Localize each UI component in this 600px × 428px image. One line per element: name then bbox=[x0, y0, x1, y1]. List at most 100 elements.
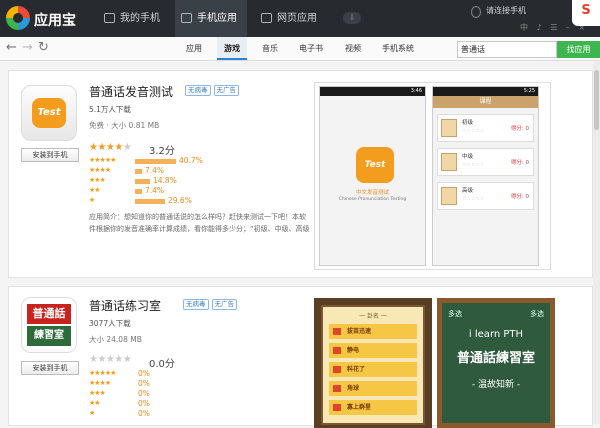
chalk-line-1: i learn PTH bbox=[468, 329, 524, 340]
rating-score: 0.0分 bbox=[149, 359, 175, 370]
rating-distribution: ★★★★★ 0% ★★★★ 0% ★★★ 0% ★★ 0% ★ 0% bbox=[89, 369, 259, 419]
rating-row-4: ★★★★ 0% bbox=[89, 379, 259, 389]
tab-my-phone[interactable]: 我的手机 bbox=[98, 0, 172, 37]
screenshot-splash[interactable]: 3:46 Test 中文发音测试 Chinese Pronunciation T… bbox=[319, 86, 426, 266]
connect-phone-icon[interactable] bbox=[471, 6, 481, 18]
rating-pct: 0% bbox=[138, 389, 150, 398]
tab-phone-apps[interactable]: 手机应用 bbox=[175, 0, 247, 37]
level-score: 得分: 0 bbox=[510, 126, 529, 132]
tab-games[interactable]: 游戏 bbox=[217, 37, 247, 60]
tab-phone-system[interactable]: 手机系统 bbox=[378, 37, 418, 60]
level-item: 中级 ☆☆☆☆☆ 得分: 0 bbox=[437, 148, 534, 176]
icon-text-top: 普通話 bbox=[27, 304, 71, 324]
star-label: ★★★★★ bbox=[89, 369, 116, 377]
download-manager-button[interactable]: ⇩ bbox=[343, 12, 361, 24]
level-stars: ☆☆☆☆☆ bbox=[462, 196, 485, 202]
rating-row-2: ★★ 0% bbox=[89, 399, 259, 409]
phone-icon bbox=[104, 13, 115, 23]
level-name: 中级 bbox=[462, 154, 474, 160]
install-button[interactable]: 安装到手机 bbox=[21, 361, 79, 375]
star-label: ★★ bbox=[89, 186, 101, 194]
rating-row-3: ★★★ 0% bbox=[89, 389, 259, 399]
board-header: 一 卦名 一 bbox=[359, 313, 387, 320]
star-label: ★★★ bbox=[89, 389, 106, 397]
scrollbar-thumb[interactable] bbox=[594, 70, 599, 130]
rating-pct: 0% bbox=[138, 399, 150, 408]
connect-phone-link[interactable]: 请连接手机 bbox=[486, 5, 526, 16]
rating-row-2: ★★ 7.4% bbox=[89, 186, 259, 196]
test-bubble-icon: Test bbox=[32, 98, 66, 128]
sogou-badge-icon[interactable]: S bbox=[572, 0, 600, 26]
app-card: Test 安装到手机 普通话发音测试 无病毒 无广告 5.1万人下载 免费 · … bbox=[8, 70, 593, 278]
tab-web-apps[interactable]: 网页应用 bbox=[255, 0, 329, 37]
rating-pct: 0% bbox=[138, 409, 150, 418]
search-button[interactable]: 找应用 bbox=[557, 41, 600, 58]
no-ads-badge: 无广告 bbox=[211, 299, 237, 310]
app-description: 应用简介：想知道你的普通话说的怎么样吗？赶快来测试一下吧！本软件根据你的发音准确… bbox=[89, 213, 310, 233]
search-input[interactable]: 普通话 bbox=[457, 41, 557, 58]
safety-badges: 无病毒 无广告 bbox=[183, 299, 237, 310]
tab-music[interactable]: 音乐 bbox=[256, 37, 284, 60]
level-name: 初级 bbox=[462, 120, 474, 126]
rating-bar bbox=[135, 199, 165, 204]
tab-ebooks[interactable]: 电子书 bbox=[296, 37, 326, 60]
word-row: 静电 bbox=[329, 343, 417, 358]
splash-subtitle: Chinese Pronunciation Testing bbox=[338, 197, 407, 202]
rating-pct: 0% bbox=[138, 379, 150, 388]
book-icon bbox=[441, 153, 457, 171]
screenshot-gallery[interactable]: 3:46 Test 中文发音测试 Chinese Pronunciation T… bbox=[314, 82, 551, 270]
empty-stars: ★★★★★ bbox=[89, 354, 132, 365]
refresh-icon[interactable]: ↻ bbox=[38, 41, 49, 55]
rating-bar bbox=[135, 179, 150, 184]
screenshot-courses[interactable]: 5:25 课程 初级 ☆☆☆☆☆ 得分: 0 中级 ☆☆☆☆☆ 得分: 0 高级 ☆☆☆☆… bbox=[432, 86, 539, 266]
tab-videos[interactable]: 视频 bbox=[340, 37, 366, 60]
rating-stars: ★★★★★ bbox=[89, 142, 132, 153]
back-arrow-icon[interactable]: ← bbox=[6, 41, 17, 55]
install-button[interactable]: 安装到手机 bbox=[21, 148, 79, 162]
screenshot-word-board[interactable]: 一 卦名 一 拔苗迅速 静电 料花了 角球 寡上群星 bbox=[314, 298, 432, 428]
word-row: 料花了 bbox=[329, 362, 417, 377]
rating-row-1: ★ 29.6% bbox=[89, 196, 259, 206]
rating-distribution: ★★★★★ 40.7% ★★★★ 7.4% ★★★ 14.8% ★★ 7.4% ★ 29.… bbox=[89, 156, 259, 206]
splash-logo-icon: Test bbox=[356, 147, 394, 183]
rating-pct: 40.7% bbox=[179, 156, 203, 165]
level-item: 高级 ☆☆☆☆☆ 得分: 0 bbox=[437, 182, 534, 210]
vertical-scrollbar[interactable] bbox=[593, 62, 600, 424]
status-bar: 3:46 bbox=[320, 87, 425, 96]
rating-pct: 29.6% bbox=[168, 196, 192, 205]
rating-row-3: ★★★ 14.8% bbox=[89, 176, 259, 186]
bag-icon bbox=[181, 13, 192, 23]
no-ads-badge: 无广告 bbox=[213, 85, 239, 96]
level-stars: ☆☆☆☆☆ bbox=[462, 162, 485, 168]
chalk-corner-left: 多选 bbox=[448, 310, 462, 318]
star-label: ★★★★ bbox=[89, 379, 111, 387]
rating-score: 3.2分 bbox=[149, 146, 175, 157]
level-score: 得分: 0 bbox=[510, 160, 529, 166]
web-icon bbox=[261, 13, 272, 23]
word-row: 寡上群星 bbox=[329, 400, 417, 415]
rating-row-4: ★★★★ 7.4% bbox=[89, 166, 259, 176]
filled-stars: ★★★★ bbox=[89, 142, 123, 153]
star-label: ★★★ bbox=[89, 176, 106, 184]
tab-apps[interactable]: 应用 bbox=[180, 37, 208, 60]
app-name: 应用宝 bbox=[34, 13, 76, 29]
book-icon bbox=[441, 119, 457, 137]
app-icon[interactable]: Test bbox=[21, 85, 77, 141]
forward-arrow-icon[interactable]: → bbox=[22, 41, 33, 55]
book-icon bbox=[441, 187, 457, 205]
no-virus-badge: 无病毒 bbox=[183, 299, 209, 310]
app-title[interactable]: 普通话发音测试 bbox=[89, 83, 173, 100]
level-score: 得分: 0 bbox=[510, 194, 529, 200]
level-name: 高级 bbox=[462, 188, 474, 194]
rating-bar bbox=[135, 159, 176, 164]
app-icon[interactable]: 普通話 練習室 bbox=[21, 297, 77, 353]
rating-row-1: ★ 0% bbox=[89, 409, 259, 419]
rating-bar bbox=[135, 189, 142, 194]
title-bar: 应用宝 我的手机 手机应用 网页应用 ⇩ 请连接手机 中 ♪ ☰ – × S bbox=[0, 0, 600, 37]
app-title[interactable]: 普通话练习室 bbox=[89, 297, 161, 314]
word-row: 拔苗迅速 bbox=[329, 324, 417, 339]
app-meta: 大小 24.08 MB bbox=[89, 335, 142, 344]
word-board: 一 卦名 一 拔苗迅速 静电 料花了 角球 寡上群星 bbox=[321, 305, 425, 425]
screenshot-chalkboard[interactable]: 多选 多选 i learn PTH 普通話練習室 - 温故知新 - bbox=[437, 298, 555, 428]
tab-label: 手机应用 bbox=[197, 13, 237, 24]
